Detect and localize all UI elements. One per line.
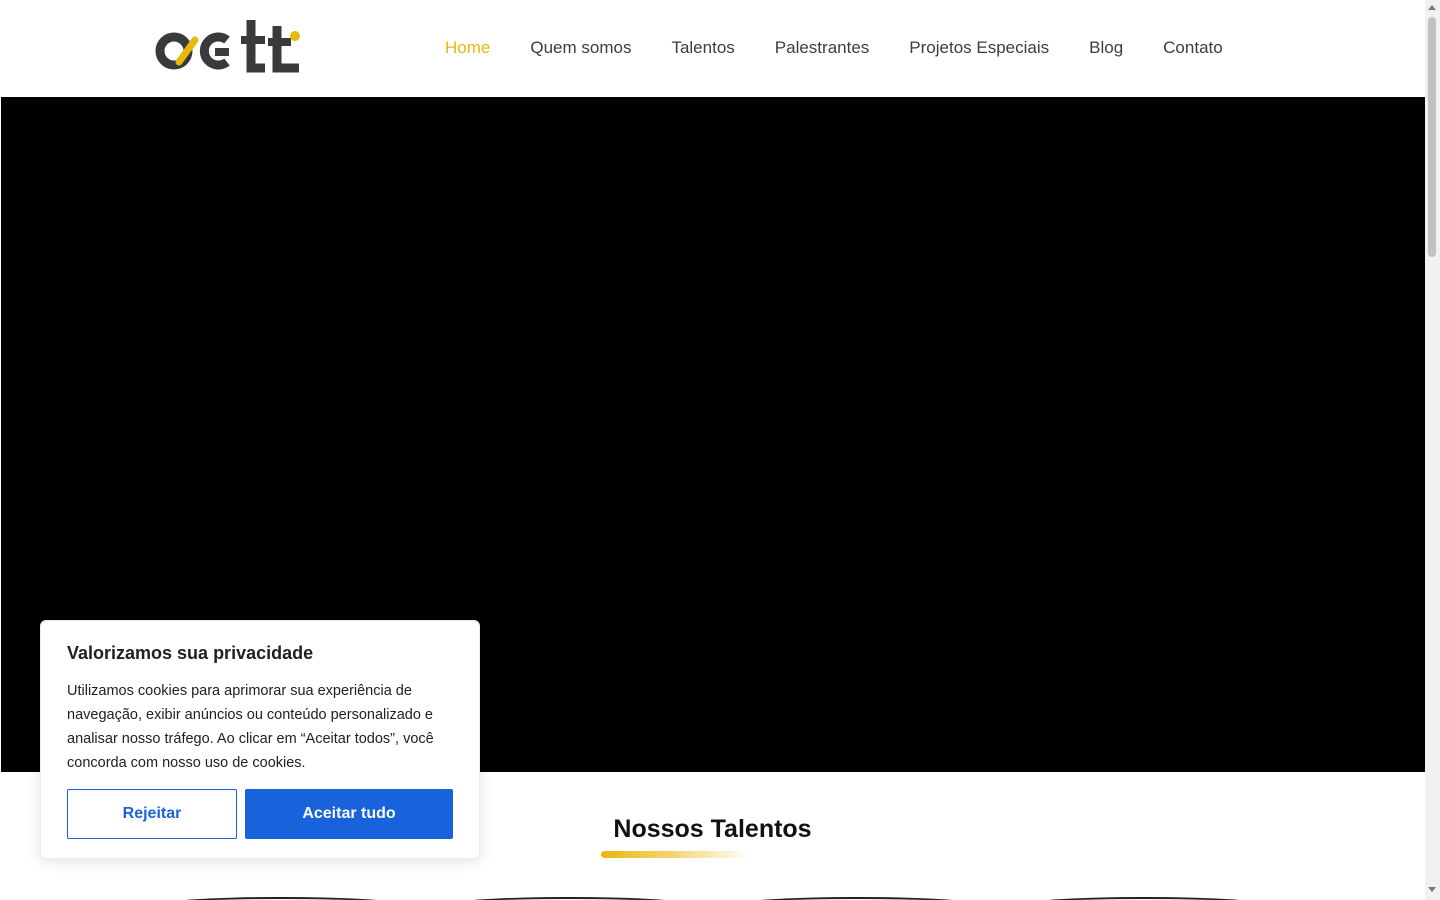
page-scrollbar[interactable]	[1425, 0, 1440, 900]
nav-item-quem-somos[interactable]: Quem somos	[530, 38, 631, 58]
nav-item-blog[interactable]: Blog	[1089, 38, 1123, 58]
title-underline	[601, 851, 751, 858]
main-nav: Home Quem somos Talentos Palestrantes Pr…	[445, 38, 1223, 58]
nav-item-projetos-especiais[interactable]: Projetos Especiais	[909, 38, 1049, 58]
site-logo[interactable]	[155, 18, 305, 74]
scroll-thumb[interactable]	[1428, 17, 1436, 257]
nav-item-talentos[interactable]: Talentos	[671, 38, 734, 58]
accept-all-cookies-button[interactable]: Aceitar tudo	[245, 789, 453, 839]
scroll-up-icon[interactable]	[1428, 5, 1436, 10]
cookie-consent-banner: Valorizamos sua privacidade Utilizamos c…	[40, 620, 480, 859]
agtt-logo-icon	[155, 20, 300, 73]
cookie-title: Valorizamos sua privacidade	[67, 643, 314, 663]
nav-item-palestrantes[interactable]: Palestrantes	[775, 38, 870, 58]
nav-item-home[interactable]: Home	[445, 38, 490, 58]
site-header: Home Quem somos Talentos Palestrantes Pr…	[0, 0, 1425, 97]
cookie-description: Utilizamos cookies para aprimorar sua ex…	[67, 683, 434, 771]
scroll-down-icon[interactable]	[1428, 887, 1436, 892]
reject-cookies-button[interactable]: Rejeitar	[67, 789, 237, 839]
nav-item-contato[interactable]: Contato	[1163, 38, 1223, 58]
